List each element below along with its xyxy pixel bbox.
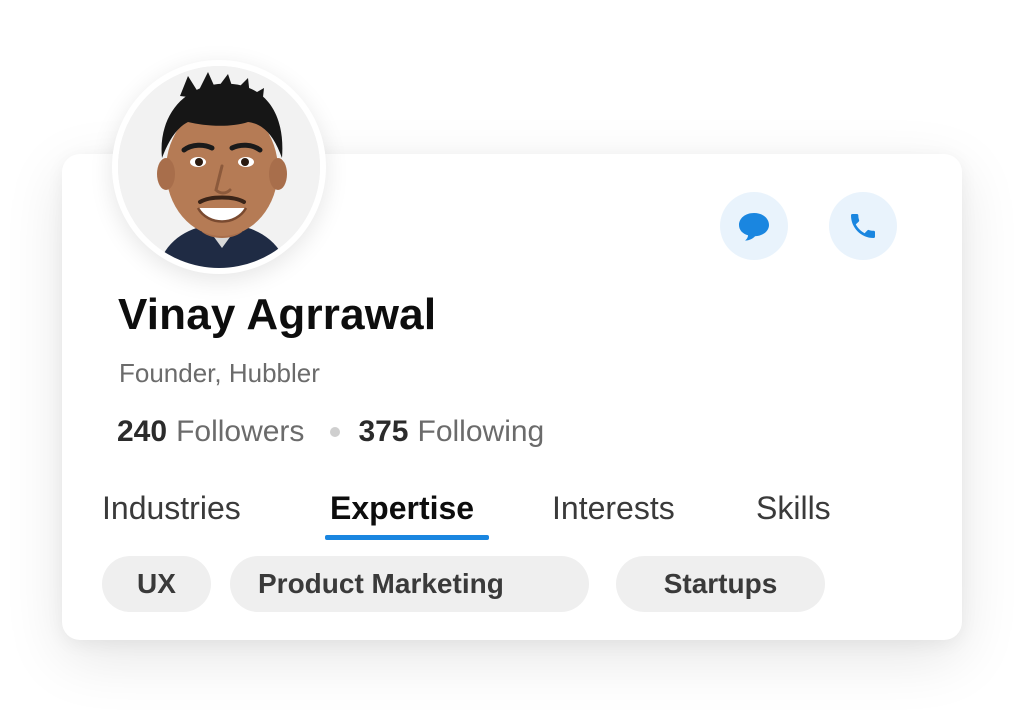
followers-label[interactable]: Followers: [176, 415, 304, 449]
following-count[interactable]: 375: [358, 415, 408, 449]
tag-chip-startups[interactable]: Startups: [616, 556, 825, 612]
tab-expertise[interactable]: Expertise: [330, 490, 474, 527]
separator-dot: [330, 427, 341, 437]
tab-skills[interactable]: Skills: [756, 490, 831, 527]
phone-icon: [851, 214, 875, 238]
chat-bubble-icon: [739, 213, 769, 241]
avatar-photo: [118, 66, 320, 268]
followers-count[interactable]: 240: [117, 415, 167, 449]
profile-name: Vinay Agrrawal: [118, 290, 437, 339]
follow-stats: 240 Followers 375 Following: [117, 415, 544, 449]
tab-industries[interactable]: Industries: [102, 490, 241, 527]
call-button[interactable]: [829, 192, 897, 260]
tag-chip-product-marketing[interactable]: Product Marketing: [230, 556, 589, 612]
avatar[interactable]: [112, 60, 326, 274]
active-tab-indicator: [325, 535, 489, 540]
profile-role: Founder, Hubbler: [119, 358, 320, 388]
tab-interests[interactable]: Interests: [552, 490, 675, 527]
tag-chip-ux[interactable]: UX: [102, 556, 211, 612]
message-button[interactable]: [720, 192, 788, 260]
following-label[interactable]: Following: [418, 415, 545, 449]
